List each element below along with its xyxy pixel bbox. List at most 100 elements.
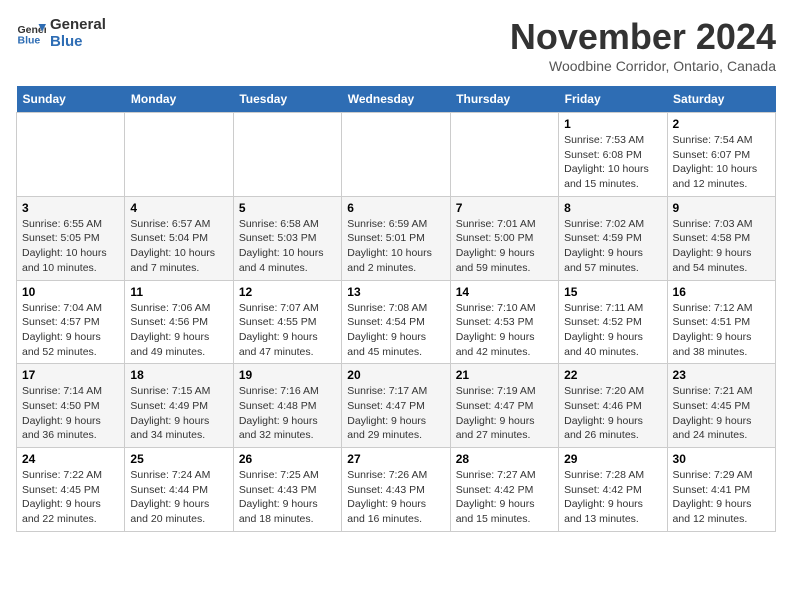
day-number: 15 (564, 285, 661, 299)
day-cell-16: 16Sunrise: 7:12 AM Sunset: 4:51 PM Dayli… (667, 280, 775, 364)
day-info: Sunrise: 6:57 AM Sunset: 5:04 PM Dayligh… (130, 217, 227, 276)
day-number: 13 (347, 285, 444, 299)
day-cell-6: 6Sunrise: 6:59 AM Sunset: 5:01 PM Daylig… (342, 196, 450, 280)
empty-cell (450, 113, 558, 197)
logo: General Blue General Blue (16, 16, 106, 50)
day-cell-12: 12 Sunrise: 7:07 AM Sunset: 4:55 PM Dayli… (233, 280, 341, 364)
day-info: Sunrise: 7:20 AM Sunset: 4:46 PM Dayligh… (564, 384, 661, 443)
title-area: November 2024 Woodbine Corridor, Ontario… (510, 16, 776, 74)
day-cell-25: 25 Sunrise: 7:24 AM Sunset: 4:44 PM Dayli… (125, 448, 233, 532)
day-number: 21 (456, 368, 553, 382)
day-cell-8: 8 Sunrise: 7:02 AM Sunset: 4:59 PM Daylig… (559, 196, 667, 280)
weekday-friday: Friday (559, 86, 667, 113)
day-cell-1: 1 Sunrise: 7:53 AM Sunset: 6:08 PM Daylig… (559, 113, 667, 197)
logo-icon: General Blue (16, 18, 46, 48)
day-number: 3 (22, 201, 119, 215)
calendar-body: 1 Sunrise: 7:53 AM Sunset: 6:08 PM Daylig… (17, 113, 776, 532)
day-number: 19 (239, 368, 336, 382)
day-cell-7: 7 Sunrise: 7:01 AM Sunset: 5:00 PM Daylig… (450, 196, 558, 280)
day-cell-15: 15 Sunrise: 7:11 AM Sunset: 4:52 PM Dayli… (559, 280, 667, 364)
day-number: 26 (239, 452, 336, 466)
day-cell-27: 27Sunrise: 7:26 AM Sunset: 4:43 PM Dayli… (342, 448, 450, 532)
day-cell-19: 19 Sunrise: 7:16 AM Sunset: 4:48 PM Dayli… (233, 364, 341, 448)
day-number: 5 (239, 201, 336, 215)
day-info: Sunrise: 7:14 AM Sunset: 4:50 PM Dayligh… (22, 384, 119, 443)
day-cell-17: 17 Sunrise: 7:14 AM Sunset: 4:50 PM Dayli… (17, 364, 125, 448)
day-info: Sunrise: 7:04 AM Sunset: 4:57 PM Dayligh… (22, 301, 119, 360)
day-cell-10: 10 Sunrise: 7:04 AM Sunset: 4:57 PM Dayli… (17, 280, 125, 364)
week-row-3: 10 Sunrise: 7:04 AM Sunset: 4:57 PM Dayli… (17, 280, 776, 364)
day-cell-11: 11 Sunrise: 7:06 AM Sunset: 4:56 PM Dayli… (125, 280, 233, 364)
weekday-wednesday: Wednesday (342, 86, 450, 113)
day-number: 22 (564, 368, 661, 382)
day-number: 20 (347, 368, 444, 382)
day-info: Sunrise: 7:54 AM Sunset: 6:07 PM Dayligh… (673, 133, 770, 192)
day-info: Sunrise: 7:08 AM Sunset: 4:54 PM Dayligh… (347, 301, 444, 360)
week-row-4: 17 Sunrise: 7:14 AM Sunset: 4:50 PM Dayli… (17, 364, 776, 448)
day-number: 1 (564, 117, 661, 131)
day-info: Sunrise: 7:24 AM Sunset: 4:44 PM Dayligh… (130, 468, 227, 527)
day-number: 28 (456, 452, 553, 466)
weekday-sunday: Sunday (17, 86, 125, 113)
svg-text:Blue: Blue (18, 35, 41, 47)
empty-cell (17, 113, 125, 197)
empty-cell (125, 113, 233, 197)
logo-general: General (50, 16, 106, 33)
day-number: 18 (130, 368, 227, 382)
day-number: 9 (673, 201, 770, 215)
day-info: Sunrise: 7:11 AM Sunset: 4:52 PM Dayligh… (564, 301, 661, 360)
day-info: Sunrise: 7:19 AM Sunset: 4:47 PM Dayligh… (456, 384, 553, 443)
day-cell-20: 20Sunrise: 7:17 AM Sunset: 4:47 PM Dayli… (342, 364, 450, 448)
day-info: Sunrise: 7:28 AM Sunset: 4:42 PM Dayligh… (564, 468, 661, 527)
day-cell-24: 24Sunrise: 7:22 AM Sunset: 4:45 PM Dayli… (17, 448, 125, 532)
day-info: Sunrise: 7:12 AM Sunset: 4:51 PM Dayligh… (673, 301, 770, 360)
day-info: Sunrise: 7:29 AM Sunset: 4:41 PM Dayligh… (673, 468, 770, 527)
day-cell-4: 4 Sunrise: 6:57 AM Sunset: 5:04 PM Daylig… (125, 196, 233, 280)
day-cell-26: 26Sunrise: 7:25 AM Sunset: 4:43 PM Dayli… (233, 448, 341, 532)
day-number: 17 (22, 368, 119, 382)
day-number: 30 (673, 452, 770, 466)
month-title: November 2024 (510, 16, 776, 58)
day-number: 12 (239, 285, 336, 299)
day-number: 27 (347, 452, 444, 466)
day-info: Sunrise: 7:53 AM Sunset: 6:08 PM Dayligh… (564, 133, 661, 192)
day-info: Sunrise: 7:02 AM Sunset: 4:59 PM Dayligh… (564, 217, 661, 276)
day-number: 4 (130, 201, 227, 215)
header: General Blue General Blue November 2024 … (16, 16, 776, 74)
day-info: Sunrise: 7:10 AM Sunset: 4:53 PM Dayligh… (456, 301, 553, 360)
day-cell-3: 3 Sunrise: 6:55 AM Sunset: 5:05 PM Daylig… (17, 196, 125, 280)
day-cell-18: 18Sunrise: 7:15 AM Sunset: 4:49 PM Dayli… (125, 364, 233, 448)
week-row-2: 3 Sunrise: 6:55 AM Sunset: 5:05 PM Daylig… (17, 196, 776, 280)
day-cell-22: 22 Sunrise: 7:20 AM Sunset: 4:46 PM Dayli… (559, 364, 667, 448)
day-number: 7 (456, 201, 553, 215)
day-info: Sunrise: 7:01 AM Sunset: 5:00 PM Dayligh… (456, 217, 553, 276)
day-cell-23: 23 Sunrise: 7:21 AM Sunset: 4:45 PM Dayli… (667, 364, 775, 448)
day-info: Sunrise: 7:07 AM Sunset: 4:55 PM Dayligh… (239, 301, 336, 360)
day-cell-29: 29Sunrise: 7:28 AM Sunset: 4:42 PM Dayli… (559, 448, 667, 532)
day-info: Sunrise: 7:21 AM Sunset: 4:45 PM Dayligh… (673, 384, 770, 443)
day-cell-13: 13 Sunrise: 7:08 AM Sunset: 4:54 PM Dayli… (342, 280, 450, 364)
day-number: 25 (130, 452, 227, 466)
day-number: 23 (673, 368, 770, 382)
logo-blue: Blue (50, 33, 106, 50)
day-cell-30: 30 Sunrise: 7:29 AM Sunset: 4:41 PM Dayli… (667, 448, 775, 532)
week-row-1: 1 Sunrise: 7:53 AM Sunset: 6:08 PM Daylig… (17, 113, 776, 197)
day-cell-5: 5 Sunrise: 6:58 AM Sunset: 5:03 PM Daylig… (233, 196, 341, 280)
weekday-tuesday: Tuesday (233, 86, 341, 113)
day-cell-28: 28Sunrise: 7:27 AM Sunset: 4:42 PM Dayli… (450, 448, 558, 532)
empty-cell (233, 113, 341, 197)
calendar-table: SundayMondayTuesdayWednesdayThursdayFrid… (16, 86, 776, 532)
day-number: 8 (564, 201, 661, 215)
weekday-monday: Monday (125, 86, 233, 113)
empty-cell (342, 113, 450, 197)
day-info: Sunrise: 7:06 AM Sunset: 4:56 PM Dayligh… (130, 301, 227, 360)
day-number: 11 (130, 285, 227, 299)
day-number: 14 (456, 285, 553, 299)
day-number: 2 (673, 117, 770, 131)
day-number: 10 (22, 285, 119, 299)
day-info: Sunrise: 6:55 AM Sunset: 5:05 PM Dayligh… (22, 217, 119, 276)
day-info: Sunrise: 6:58 AM Sunset: 5:03 PM Dayligh… (239, 217, 336, 276)
day-info: Sunrise: 6:59 AM Sunset: 5:01 PM Dayligh… (347, 217, 444, 276)
day-cell-9: 9Sunrise: 7:03 AM Sunset: 4:58 PM Daylig… (667, 196, 775, 280)
day-info: Sunrise: 7:16 AM Sunset: 4:48 PM Dayligh… (239, 384, 336, 443)
